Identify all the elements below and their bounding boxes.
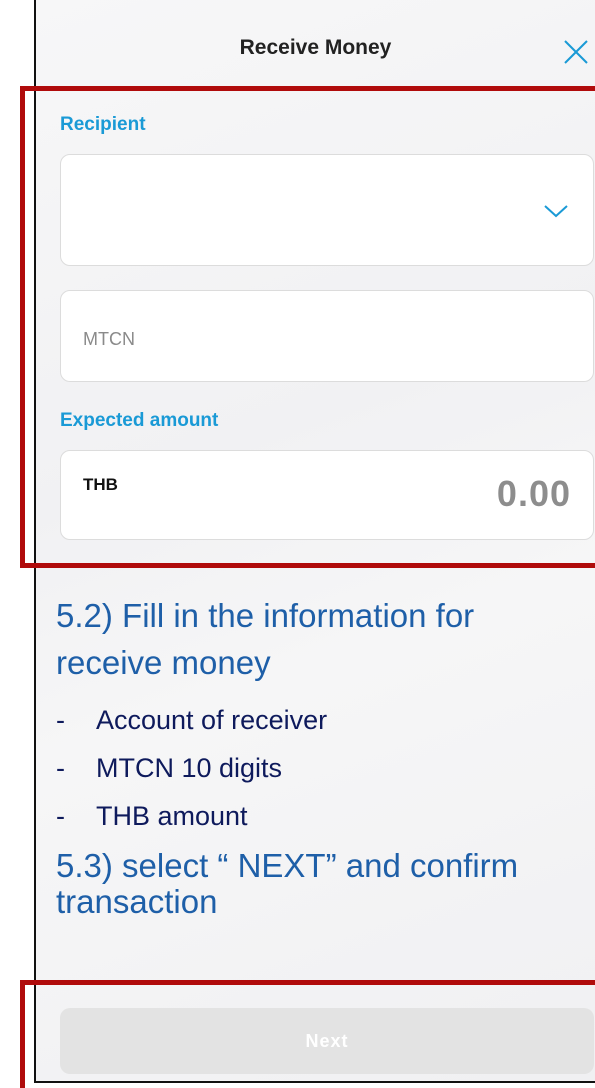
close-icon xyxy=(564,40,588,64)
list-item: - Account of receiver xyxy=(56,696,586,744)
highlight-box-next xyxy=(20,980,595,1088)
step-5-2-line1: 5.2) Fill in the information for xyxy=(56,597,475,634)
highlight-box-form xyxy=(20,86,595,568)
bullet-marker: - xyxy=(56,752,65,783)
step-5-2-line2: receive money xyxy=(56,644,271,681)
bullet-marker: - xyxy=(56,704,65,735)
close-button[interactable] xyxy=(562,38,590,66)
bullet-text: MTCN 10 digits xyxy=(96,752,283,783)
bullet-list: - Account of receiver - MTCN 10 digits -… xyxy=(56,696,586,840)
bullet-marker: - xyxy=(56,800,65,831)
bullet-text: THB amount xyxy=(96,800,248,831)
step-5-3-line1: 5.3) select “ NEXT” and confirm xyxy=(56,847,519,884)
list-item: - THB amount xyxy=(56,792,586,840)
step-5-3-line2: transaction xyxy=(56,883,218,920)
page-title: Receive Money xyxy=(239,36,392,59)
list-item: - MTCN 10 digits xyxy=(56,744,586,792)
instructions: 5.2) Fill in the information for receive… xyxy=(56,592,586,920)
header: Receive Money xyxy=(36,0,595,100)
bullet-text: Account of receiver xyxy=(96,704,328,735)
